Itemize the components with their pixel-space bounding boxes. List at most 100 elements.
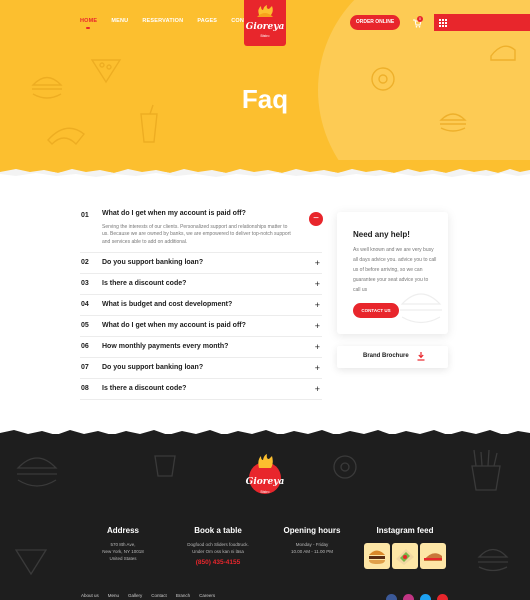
contact-us-button[interactable]: CONTACT US — [353, 303, 399, 318]
hero-torn-edge — [0, 160, 530, 177]
expand-icon[interactable]: + — [315, 279, 320, 288]
expand-icon[interactable]: + — [315, 258, 320, 267]
faq-question[interactable]: Is there a discount code? — [102, 385, 322, 393]
pizza-doodle-footer — [14, 549, 48, 576]
menu-toggle-bar[interactable] — [434, 14, 530, 31]
help-card: Need any help! As well known and we are … — [337, 212, 448, 334]
twitter-icon[interactable] — [420, 594, 431, 600]
cart-count-badge: 0 — [417, 16, 423, 22]
footer-link[interactable]: Contact — [151, 593, 167, 598]
grid-menu-icon[interactable] — [439, 19, 447, 27]
book-line: Under Om oss kan ni läsa — [192, 549, 244, 555]
faq-number: 05 — [81, 321, 89, 329]
faq-item[interactable]: 04 What is budget and cost development? … — [80, 295, 322, 316]
expand-icon[interactable]: + — [315, 300, 320, 309]
faq-question[interactable]: What is budget and cost development? — [102, 301, 322, 309]
faq-item[interactable]: 07 Do you support banking loan? + — [80, 358, 322, 379]
wrap-photo-icon — [396, 549, 414, 565]
faq-item[interactable]: 01 What do I get when my account is paid… — [80, 206, 323, 253]
footer-book-table: Book a table Dogfood och Sliders foodtru… — [180, 526, 256, 566]
social-links — [386, 594, 448, 600]
faq-item[interactable]: 03 Is there a discount code? + — [80, 274, 322, 295]
pizza-slice-doodle — [90, 59, 122, 84]
faq-question[interactable]: What do I get when my account is paid of… — [102, 210, 322, 218]
faq-item[interactable]: 02 Do you support banking loan? + — [80, 253, 322, 274]
address-title: Address — [106, 526, 139, 535]
book-title: Book a table — [194, 526, 242, 535]
footer-logo[interactable]: Gioreya Bistro — [244, 454, 286, 508]
expand-icon[interactable]: + — [315, 321, 320, 330]
faq-number: 08 — [81, 384, 89, 392]
faq-item[interactable]: 08 Is there a discount code? + — [80, 379, 322, 400]
brochure-download[interactable]: Brand Brochure — [337, 346, 448, 368]
wrap-doodle — [47, 127, 85, 146]
expand-icon[interactable]: + — [315, 363, 320, 372]
instagram-photo[interactable] — [392, 543, 418, 569]
expand-icon[interactable]: + — [315, 342, 320, 351]
footer-logo-name: Gioreya — [245, 477, 285, 487]
footer-torn-edge — [0, 430, 530, 441]
faq-number: 06 — [81, 342, 89, 350]
footer-address: Address 570 8th Ave, New York, NY 10018 … — [82, 526, 164, 563]
faq-number: 07 — [81, 363, 89, 371]
footer-instagram: Instagram feed — [362, 526, 448, 541]
nav-active-indicator — [86, 27, 90, 29]
main-nav: Home Menu Reservation Pages Contact — [80, 18, 259, 29]
faq-question[interactable]: How monthly payments every month? — [102, 343, 322, 351]
hours-line: Monday - Friday — [295, 542, 329, 547]
faq-number: 01 — [81, 212, 89, 219]
instagram-icon[interactable] — [403, 594, 414, 600]
expand-icon[interactable]: + — [315, 384, 320, 393]
nav-home[interactable]: Home — [80, 18, 97, 24]
help-text: As well known and we are very busy all d… — [353, 247, 437, 293]
fries-doodle-footer — [471, 449, 501, 491]
nav-reservation[interactable]: Reservation — [142, 18, 183, 24]
faq-list: 01 What do I get when my account is paid… — [80, 206, 323, 400]
footer-link[interactable]: Menu — [108, 593, 119, 598]
help-title: Need any help! — [353, 230, 410, 239]
download-icon[interactable] — [417, 352, 425, 361]
flame-icon — [258, 454, 273, 468]
logo-subtitle: Bistro — [260, 34, 270, 38]
faq-number: 04 — [81, 300, 89, 308]
nav-menu[interactable]: Menu — [111, 18, 128, 24]
faq-number: 02 — [81, 258, 89, 266]
instagram-photo[interactable] — [420, 543, 446, 569]
faq-question[interactable]: What do I get when my account is paid of… — [102, 322, 322, 330]
faq-question[interactable]: Is there a discount code? — [102, 280, 322, 288]
site-logo[interactable]: Gioreya Bistro — [244, 0, 286, 46]
order-online-button[interactable]: ORDER ONLINE — [350, 15, 400, 30]
instagram-gallery — [364, 543, 446, 569]
faq-answer: Serving the interests of our clients. Pe… — [102, 224, 291, 245]
footer-link[interactable]: Gallery — [128, 593, 142, 598]
cup-doodle-footer — [154, 455, 176, 477]
page-title: Faq — [241, 84, 289, 114]
instagram-title: Instagram feed — [376, 526, 434, 535]
address-line: New York, NY 10018 — [102, 549, 144, 555]
burger-doodle-footer-right — [477, 548, 509, 572]
faq-question[interactable]: Do you support banking loan? — [102, 259, 322, 267]
nav-pages[interactable]: Pages — [197, 18, 217, 24]
youtube-icon[interactable] — [437, 594, 448, 600]
hours-title: Opening hours — [283, 526, 341, 535]
sandwich-doodle — [490, 45, 516, 61]
burger-photo-icon — [369, 550, 385, 564]
footer-link[interactable]: Careers — [199, 593, 215, 598]
address-line: United States — [109, 556, 137, 562]
faq-item[interactable]: 06 How monthly payments every month? + — [80, 337, 322, 358]
instagram-photo[interactable] — [364, 543, 390, 569]
facebook-icon[interactable] — [386, 594, 397, 600]
faq-item[interactable]: 05 What do I get when my account is paid… — [80, 316, 322, 337]
book-line: Dogfood och Sliders foodtruck. — [187, 542, 249, 547]
hours-line: 10.00 AM - 11.00 PM — [291, 549, 333, 555]
burger-doodle-footer — [16, 457, 58, 487]
phone-number[interactable]: (850) 435-4155 — [180, 559, 256, 566]
footer-logo-subtitle: Bistro — [260, 490, 270, 494]
collapse-icon[interactable]: − — [309, 212, 323, 226]
brochure-label: Brand Brochure — [363, 353, 409, 359]
footer-link[interactable]: Branch — [176, 593, 190, 598]
footer-link[interactable]: About us — [81, 593, 99, 598]
address-line: 570 8th Ave, — [110, 542, 136, 547]
footer-opening-hours: Opening hours Monday - Friday 10.00 AM -… — [276, 526, 348, 555]
faq-question[interactable]: Do you support banking loan? — [102, 364, 322, 372]
